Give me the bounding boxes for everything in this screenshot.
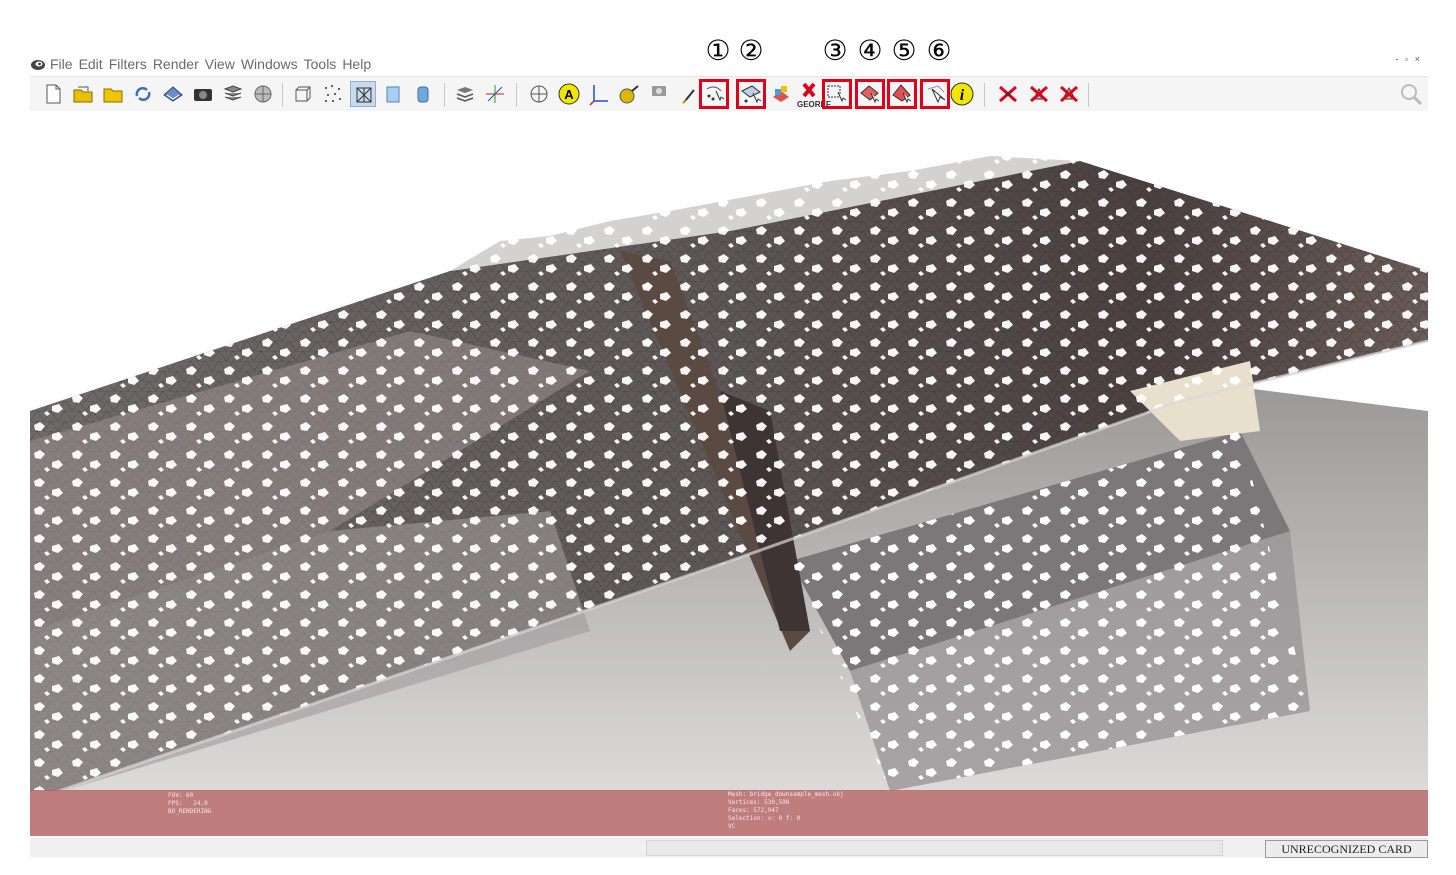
color-palette-icon [773, 86, 789, 102]
search-button[interactable] [1398, 81, 1424, 107]
axis-icon [486, 85, 504, 103]
select-free-region-button[interactable] [920, 79, 950, 109]
bbox-mode-button[interactable] [290, 81, 316, 107]
menu-tools[interactable]: Tools [304, 56, 337, 72]
gpu-card-status: UNRECOGNIZED CARD [1265, 840, 1428, 858]
info-button[interactable]: i [949, 81, 975, 107]
snapshot-button[interactable] [190, 81, 216, 107]
select-rect-icon [827, 85, 847, 103]
toolbar-separator [984, 83, 985, 107]
status-bar: UNRECOGNIZED CARD [30, 838, 1428, 858]
show-axis-button[interactable] [482, 81, 508, 107]
select-region-icon [741, 85, 762, 104]
info-overlay: FOV: 60 FPS: 24.9 BO_RENDERING Mesh: bri… [30, 790, 1428, 836]
export-mesh-button[interactable] [160, 81, 186, 107]
raster-camera-icon [652, 86, 666, 96]
select-face-region-icon [892, 84, 912, 104]
status-progress-field [646, 840, 1223, 856]
bounding-box-icon [295, 86, 311, 102]
toolbar-separator [444, 83, 445, 107]
select-vertex-cluster-icon [706, 86, 725, 102]
menu-view[interactable]: View [205, 56, 235, 72]
toolbar-separator [516, 83, 517, 107]
delete-vertices-button[interactable] [995, 81, 1021, 107]
export-icon [163, 86, 183, 102]
show-layers-button[interactable] [452, 81, 478, 107]
select-faces-rect-button[interactable] [822, 79, 852, 109]
delete-faces-vertices-button[interactable] [1056, 81, 1082, 107]
camera-icon [194, 89, 212, 101]
delete-faces-button[interactable] [1026, 81, 1052, 107]
search-icon [1401, 84, 1423, 106]
points-mode-button[interactable] [320, 81, 346, 107]
toolbar-separator [282, 83, 283, 107]
menu-help[interactable]: Help [342, 56, 371, 72]
main-toolbar: A GEOREF i [30, 76, 1428, 112]
mesh-info: Mesh: bridge_downsample_mesh.obj Vertice… [728, 791, 844, 830]
menu-file[interactable]: File [50, 56, 73, 72]
texture-tool-button[interactable] [768, 81, 794, 107]
stack-icon [456, 87, 474, 102]
svg-text:i: i [960, 87, 965, 104]
frame-axes-icon [589, 85, 608, 106]
globe-icon [254, 85, 272, 103]
bridge-mesh-render[interactable] [30, 111, 1428, 791]
reload-icon [135, 87, 151, 101]
trackball-button[interactable] [526, 81, 552, 107]
select-connected-faces-button[interactable] [855, 79, 885, 109]
select-vertices-region-button[interactable] [736, 79, 766, 109]
menu-windows[interactable]: Windows [241, 56, 298, 72]
sphere-view-button[interactable] [250, 81, 276, 107]
delete-vertices-icon [999, 85, 1017, 103]
smooth-cylinder-icon [417, 86, 429, 103]
reload-button[interactable] [130, 81, 156, 107]
select-face-region-button[interactable] [887, 79, 917, 109]
delete-faces-icon [1030, 85, 1048, 103]
tape-measure-icon [619, 85, 639, 104]
wireframe-mode-button[interactable] [350, 81, 376, 107]
open-project-button[interactable] [70, 81, 96, 107]
window-controls[interactable]: - ▫ × [1396, 54, 1422, 64]
brush-icon [682, 89, 695, 104]
import-mesh-button[interactable] [100, 81, 126, 107]
folder-icon [103, 88, 123, 103]
label-a-icon: A [558, 83, 580, 105]
toolbar-separator [1088, 83, 1089, 107]
menu-render[interactable]: Render [153, 56, 199, 72]
raster-alignment-button[interactable] [646, 81, 672, 107]
reference-frame-button[interactable] [586, 81, 612, 107]
delete-all-icon [1060, 85, 1078, 103]
measure-tool-button[interactable] [616, 81, 642, 107]
select-vertices-button[interactable] [699, 79, 729, 109]
new-file-icon [46, 84, 61, 104]
trackball-icon [530, 85, 548, 103]
info-icon: i [950, 82, 974, 106]
wireframe-icon [356, 87, 372, 103]
render-info: FOV: 60 FPS: 24.9 BO_RENDERING [168, 792, 212, 815]
cylinder-icon [386, 86, 400, 103]
select-pointer-icon [927, 85, 946, 104]
select-connected-icon [860, 85, 880, 104]
meshlab-logo-icon [31, 60, 45, 70]
menu-filters[interactable]: Filters [109, 56, 147, 72]
paint-tool-button[interactable] [676, 81, 702, 107]
open-folder-icon [73, 86, 93, 103]
smooth-mode-button[interactable] [410, 81, 436, 107]
flat-mode-button[interactable] [380, 81, 406, 107]
new-project-button[interactable] [40, 81, 66, 107]
3d-viewport[interactable] [30, 111, 1428, 791]
points-icon [325, 85, 341, 102]
svg-text:A: A [564, 87, 574, 102]
menu-bar: File Edit Filters Render View Windows To… [30, 54, 1428, 74]
layers-icon [223, 85, 243, 101]
layers-button[interactable] [220, 81, 246, 107]
menu-edit[interactable]: Edit [79, 56, 103, 72]
annotate-button[interactable]: A [556, 81, 582, 107]
